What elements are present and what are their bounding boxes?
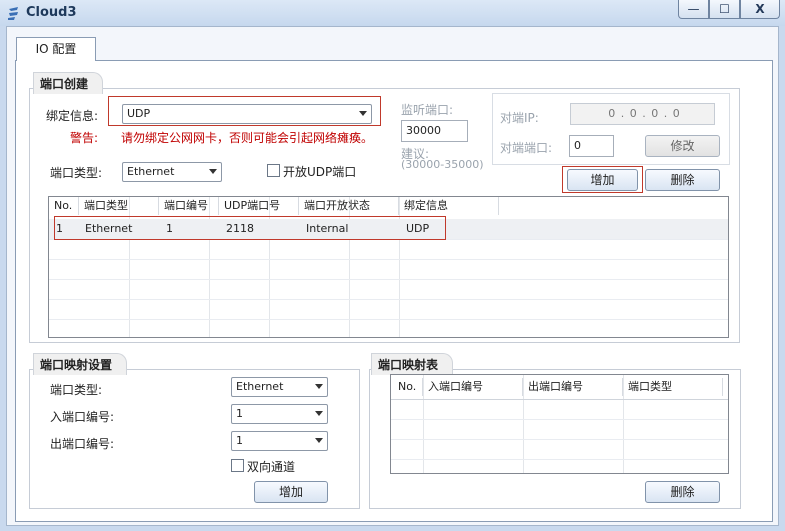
suggest-range: (30000-35000)	[401, 158, 484, 171]
peer-ip-input[interactable]: 0 . 0 . 0 . 0	[570, 103, 715, 125]
chevron-down-icon	[359, 111, 367, 116]
bidirectional-checkbox[interactable]	[231, 459, 244, 472]
chevron-down-icon	[209, 169, 217, 174]
col-header-in-port[interactable]: 入端口编号	[423, 378, 523, 396]
mapping-type-label: 端口类型:	[50, 383, 103, 397]
delete-port-button[interactable]: 删除	[645, 169, 720, 191]
delete-mapping-button[interactable]: 删除	[645, 481, 720, 503]
in-port-label: 入端口编号:	[50, 410, 115, 424]
col-header-udp-port[interactable]: UDP端口号	[219, 197, 299, 215]
bidirectional-label: 双向通道	[247, 460, 296, 474]
mapping-type-value: Ethernet	[236, 380, 284, 393]
add-port-button[interactable]: 增加	[567, 169, 638, 191]
add-mapping-button[interactable]: 增加	[254, 481, 328, 503]
port-type-value: Ethernet	[127, 165, 175, 178]
title-bar	[0, 0, 785, 26]
listen-port-label: 监听端口:	[401, 103, 454, 117]
listen-port-input[interactable]: 30000	[401, 120, 468, 142]
out-port-value: 1	[236, 434, 243, 447]
maximize-button[interactable]: ☐	[709, 0, 740, 19]
open-udp-label: 开放UDP端口	[283, 165, 357, 179]
peer-port-input[interactable]: 0	[569, 135, 614, 157]
table-row-highlight	[54, 216, 446, 240]
warning-text: 请勿绑定公网网卡，否则可能会引起网络瘫痪。	[121, 131, 374, 145]
col-header-port-number[interactable]: 端口编号	[159, 197, 219, 215]
row-divider	[391, 399, 728, 400]
bind-info-label: 绑定信息:	[46, 109, 99, 123]
chevron-down-icon	[315, 438, 323, 443]
mapping-settings-title: 端口映射设置	[33, 353, 128, 375]
row-divider	[49, 319, 728, 320]
col-header-port-type[interactable]: 端口类型	[79, 197, 159, 215]
chevron-down-icon	[315, 411, 323, 416]
in-port-value: 1	[236, 407, 243, 420]
minimize-button[interactable]: —	[678, 0, 709, 19]
bind-info-value: UDP	[127, 107, 151, 120]
port-type-select[interactable]: Ethernet	[122, 162, 222, 182]
bind-info-select[interactable]: UDP	[122, 104, 372, 124]
row-divider	[49, 279, 728, 280]
col-header-open-status[interactable]: 端口开放状态	[299, 197, 399, 215]
row-divider	[391, 419, 728, 420]
mapping-table-title: 端口映射表	[371, 353, 454, 375]
col-header-no[interactable]: No.	[393, 378, 423, 396]
in-port-select[interactable]: 1	[231, 404, 328, 424]
chevron-down-icon	[315, 384, 323, 389]
close-button[interactable]: X	[740, 0, 780, 19]
peer-ip-label: 对端IP:	[500, 111, 539, 125]
window-title: Cloud3	[26, 5, 77, 20]
col-header-bind-info[interactable]: 绑定信息	[399, 197, 499, 215]
row-divider	[49, 259, 728, 260]
col-header-out-port[interactable]: 出端口编号	[523, 378, 623, 396]
out-port-label: 出端口编号:	[50, 437, 115, 451]
cloud-app-icon	[8, 7, 18, 20]
port-type-label: 端口类型:	[50, 166, 103, 180]
mapping-type-select[interactable]: Ethernet	[231, 377, 328, 397]
mapping-table: No. 入端口编号 出端口编号 端口类型	[390, 374, 729, 474]
peer-port-label: 对端端口:	[500, 141, 553, 155]
modify-button[interactable]: 修改	[645, 135, 720, 157]
row-divider	[391, 459, 728, 460]
port-create-title: 端口创建	[33, 72, 104, 94]
row-divider	[49, 299, 728, 300]
out-port-select[interactable]: 1	[231, 431, 328, 451]
col-header-port-type[interactable]: 端口类型	[623, 378, 723, 396]
row-divider	[391, 439, 728, 440]
col-header-no[interactable]: No.	[49, 197, 79, 215]
tab-io-config[interactable]: IO 配置	[16, 37, 96, 61]
warning-label: 警告:	[70, 131, 99, 145]
open-udp-checkbox[interactable]	[267, 164, 280, 177]
